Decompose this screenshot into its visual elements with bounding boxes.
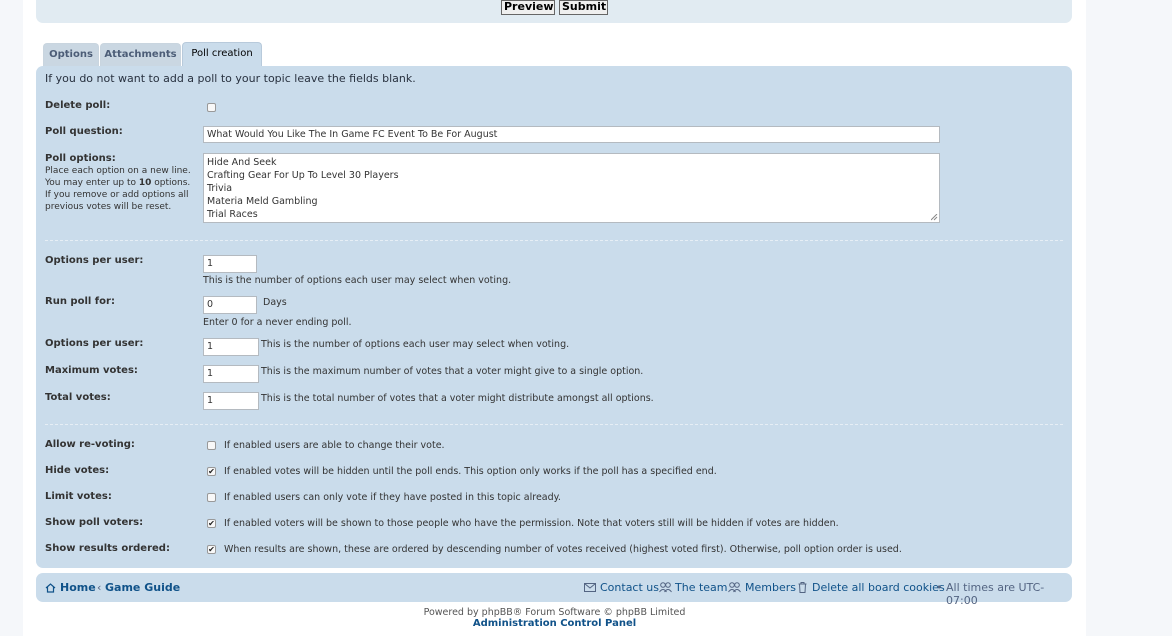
poll-option-line: Materia Meld Gambling <box>207 196 318 207</box>
total-votes-input[interactable]: 1 <box>203 392 259 410</box>
resize-grip-icon[interactable] <box>931 214 938 221</box>
divider <box>45 424 1063 425</box>
hide-votes-help: If enabled votes will be hidden until th… <box>224 466 717 477</box>
page-wrap: Preview Submit Options Attachments Poll … <box>23 0 1086 636</box>
breadcrumb-game-guide[interactable]: Game Guide <box>105 581 180 594</box>
maximum-votes-help: This is the maximum number of votes that… <box>261 366 644 377</box>
maximum-votes-input[interactable]: 1 <box>203 365 259 383</box>
breadcrumb-separator: ‹ <box>97 581 102 594</box>
acp-link[interactable]: Administration Control Panel <box>23 618 1086 629</box>
poll-panel: If you do not want to add a poll to your… <box>36 66 1072 568</box>
poll-options-label: Poll options: <box>45 153 116 164</box>
hide-votes-checkbox[interactable]: ✔ <box>207 467 216 476</box>
total-votes-label: Total votes: <box>45 392 111 403</box>
contact-us-link[interactable]: Contact us <box>600 581 659 594</box>
submit-bar: Preview Submit <box>36 0 1072 23</box>
tab-poll-creation[interactable]: Poll creation <box>182 42 262 67</box>
delete-poll-checkbox[interactable] <box>207 103 216 112</box>
poll-options-textarea[interactable]: Hide And Seek Crafting Gear For Up To Le… <box>203 153 940 223</box>
poll-option-line: Trivia <box>207 183 233 194</box>
options-per-user-help: This is the number of options each user … <box>203 275 512 286</box>
delete-poll-label: Delete poll: <box>45 100 111 111</box>
run-poll-label: Run poll for: <box>45 296 115 307</box>
show-results-ordered-checkbox[interactable]: ✔ <box>207 545 216 554</box>
run-poll-unit: Days <box>263 297 287 308</box>
limit-votes-checkbox[interactable] <box>207 493 216 502</box>
limit-votes-help: If enabled users can only vote if they h… <box>224 492 561 503</box>
footer-bullet: • <box>936 581 943 594</box>
tab-attachments[interactable]: Attachments <box>100 43 181 66</box>
submit-button[interactable]: Submit <box>559 0 608 15</box>
tab-options[interactable]: Options <box>43 43 99 66</box>
maximum-votes-label: Maximum votes: <box>45 365 138 376</box>
delete-cookies-link[interactable]: Delete all board cookies <box>812 581 945 594</box>
home-icon <box>45 583 56 593</box>
members-link[interactable]: Members <box>745 581 796 594</box>
poll-option-line: Hide And Seek <box>207 157 277 168</box>
poll-question-label: Poll question: <box>45 126 123 137</box>
hide-votes-label: Hide votes: <box>45 465 110 476</box>
poll-option-line: Crafting Gear For Up To Level 30 Players <box>207 170 399 181</box>
run-poll-help: Enter 0 for a never ending poll. <box>203 317 352 328</box>
poll-options-description: Place each option on a new line. You may… <box>45 166 191 212</box>
trash-icon <box>798 582 807 593</box>
footer-nav-bar: Home ‹ Game Guide Contact us The team Me… <box>36 573 1072 607</box>
show-poll-voters-checkbox[interactable]: ✔ <box>207 519 216 528</box>
total-votes-help: This is the total number of votes that a… <box>261 393 654 404</box>
show-poll-voters-help: If enabled voters will be shown to those… <box>224 518 839 529</box>
preview-button[interactable]: Preview <box>501 0 555 15</box>
run-poll-input[interactable]: 0 <box>203 296 257 314</box>
members-icon <box>728 582 741 593</box>
options-per-user-label-2: Options per user: <box>45 338 144 349</box>
divider <box>45 240 1063 241</box>
show-poll-voters-label: Show poll voters: <box>45 517 144 528</box>
poll-intro: If you do not want to add a poll to your… <box>45 72 416 85</box>
powered-by-text: Powered by phpBB® Forum Software © phpBB… <box>423 607 686 618</box>
options-per-user-input-2[interactable]: 1 <box>203 338 259 356</box>
show-results-ordered-label: Show results ordered: <box>45 543 170 554</box>
show-results-ordered-help: When results are shown, these are ordere… <box>224 544 902 555</box>
options-per-user-help-2: This is the number of options each user … <box>261 339 570 350</box>
the-team-link[interactable]: The team <box>675 581 728 594</box>
options-per-user-label: Options per user: <box>45 255 144 266</box>
team-icon <box>659 582 672 593</box>
poll-question-input[interactable]: What Would You Like The In Game FC Event… <box>203 126 940 143</box>
breadcrumb-home[interactable]: Home <box>60 581 96 594</box>
allow-revoting-label: Allow re-voting: <box>45 439 135 450</box>
allow-revoting-checkbox[interactable] <box>207 441 216 450</box>
allow-revoting-help: If enabled users are able to change thei… <box>224 440 445 451</box>
timezone-text: All times are UTC-07:00 <box>946 581 1045 607</box>
limit-votes-label: Limit votes: <box>45 491 112 502</box>
envelope-icon <box>584 583 596 592</box>
poll-option-line: Trial Races <box>207 209 258 220</box>
options-per-user-input[interactable]: 1 <box>203 255 257 273</box>
